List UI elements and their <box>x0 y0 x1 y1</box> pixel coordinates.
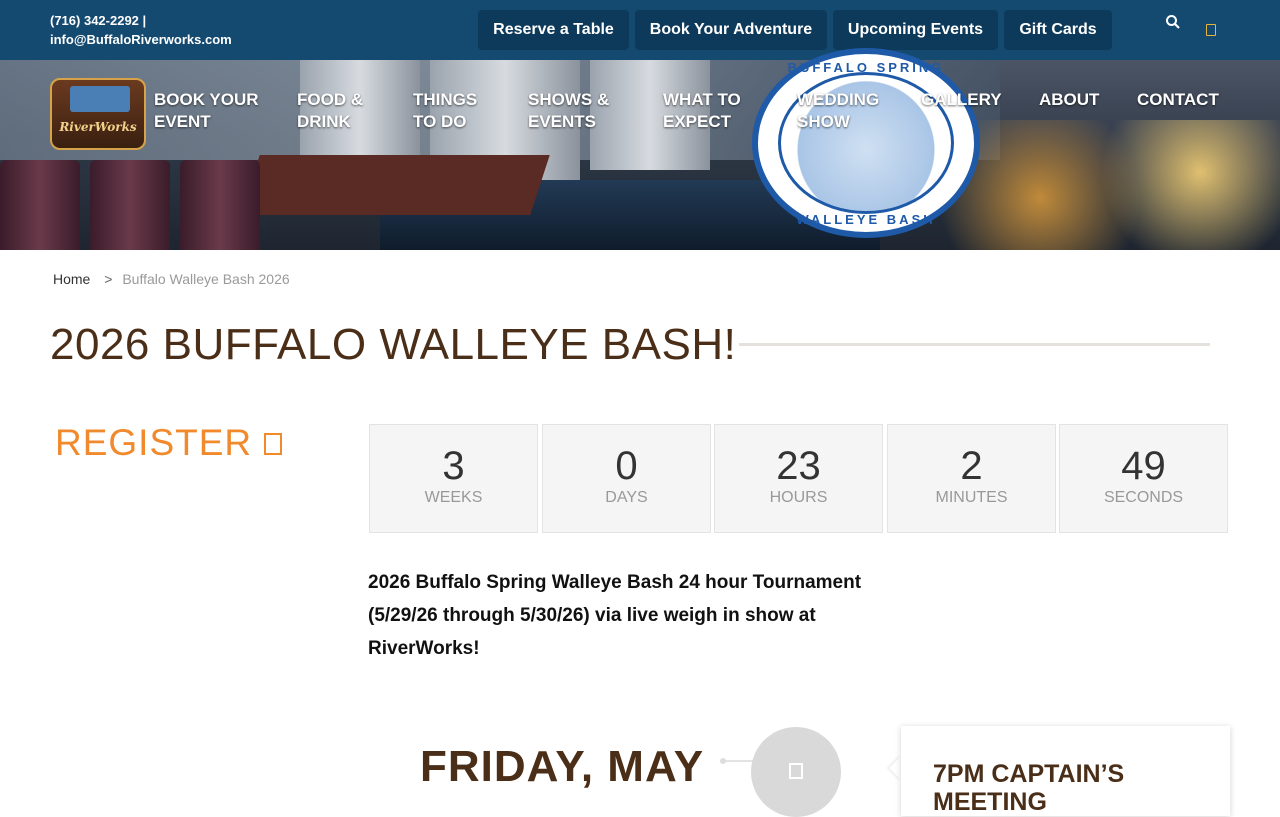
gift-cards-button[interactable]: Gift Cards <box>1004 10 1112 50</box>
countdown-value: 0 <box>615 444 638 488</box>
page-title: 2026 BUFFALO WALLEYE BASH! <box>50 320 737 369</box>
timeline-marker <box>751 727 841 817</box>
top-bar: (716) 342-2292 | info@BuffaloRiverworks.… <box>0 0 1280 60</box>
schedule-day-heading: FRIDAY, MAY <box>420 742 705 791</box>
nav-wedding-show[interactable]: WEDDING SHOW <box>797 89 879 133</box>
walleye-bash-badge: BUFFALO SPRING WALLEYE BASH <box>752 48 980 238</box>
nav-about[interactable]: ABOUT <box>1039 89 1099 111</box>
countdown-value: 49 <box>1121 444 1166 488</box>
countdown-value: 23 <box>776 444 821 488</box>
countdown-label: SECONDS <box>1103 489 1184 506</box>
nav-shows-events[interactable]: SHOWS & EVENTS <box>528 89 609 133</box>
badge-bottom-text: WALLEYE BASH <box>796 212 936 227</box>
calendar-icon <box>789 763 803 779</box>
breadcrumb-separator: > <box>104 271 113 287</box>
breadcrumb-home[interactable]: Home <box>53 271 90 287</box>
countdown-hours: 23 HOURS <box>714 424 883 533</box>
phone-number[interactable]: (716) 342-2292 | <box>50 11 232 30</box>
cart-icon[interactable] <box>1206 24 1216 36</box>
register-label: REGISTER <box>55 422 253 463</box>
countdown-weeks: 3 WEEKS <box>369 424 538 533</box>
search-icon[interactable] <box>1165 14 1181 30</box>
card-pointer <box>889 756 901 780</box>
upcoming-events-button[interactable]: Upcoming Events <box>833 10 998 50</box>
countdown-label: MINUTES <box>935 489 1008 506</box>
book-adventure-button[interactable]: Book Your Adventure <box>635 10 827 50</box>
countdown-label: WEEKS <box>424 489 483 506</box>
register-link[interactable]: REGISTER <box>55 422 283 464</box>
email-link[interactable]: info@BuffaloRiverworks.com <box>50 30 232 49</box>
schedule-card: 7PM CAPTAIN’S MEETING <box>901 726 1230 816</box>
nav-gallery[interactable]: GALLERY <box>921 89 1002 111</box>
countdown-days: 0 DAYS <box>542 424 711 533</box>
nav-food-drink[interactable]: FOOD & DRINK <box>297 89 363 133</box>
breadcrumb-current: Buffalo Walleye Bash 2026 <box>122 271 290 287</box>
breadcrumb: Home > Buffalo Walleye Bash 2026 <box>53 271 290 287</box>
countdown-seconds: 49 SECONDS <box>1059 424 1228 533</box>
schedule-event-title: 7PM CAPTAIN’S MEETING <box>933 760 1125 816</box>
title-divider <box>739 343 1210 346</box>
contact-info: (716) 342-2292 | info@BuffaloRiverworks.… <box>50 11 232 49</box>
external-link-icon <box>264 433 283 455</box>
countdown-minutes: 2 MINUTES <box>887 424 1056 533</box>
nav-book-your-event[interactable]: BOOK YOUR EVENT <box>154 89 259 133</box>
nav-contact[interactable]: CONTACT <box>1137 89 1219 111</box>
countdown-label: HOURS <box>769 489 828 506</box>
event-description: 2026 Buffalo Spring Walleye Bash 24 hour… <box>368 572 862 659</box>
nav-what-to-expect[interactable]: WHAT TO EXPECT <box>663 89 741 133</box>
countdown-label: DAYS <box>605 489 648 506</box>
nav-things-to-do[interactable]: THINGS TO DO <box>413 89 477 133</box>
main-nav: BOOK YOUR EVENT FOOD & DRINK THINGS TO DO S… <box>0 89 1280 139</box>
countdown-value: 3 <box>442 444 465 488</box>
reserve-table-button[interactable]: Reserve a Table <box>478 10 629 50</box>
countdown-value: 2 <box>960 444 983 488</box>
